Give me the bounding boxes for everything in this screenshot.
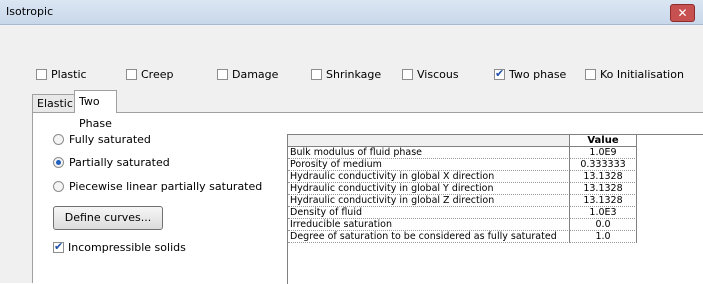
table-row[interactable]: Degree of saturation to be considered as… [288,231,703,243]
option-label: Piecewise linear partially saturated [69,180,263,193]
flag-label: Creep [141,68,174,81]
tab-two-phase[interactable]: Two Phase [74,90,117,130]
grid-header-blank [288,135,570,147]
property-name: Hydraulic conductivity in global Y direc… [288,183,570,195]
property-value[interactable]: 0.0 [570,219,637,231]
close-icon[interactable]: ✕ [670,4,695,22]
flag-label: Damage [232,68,279,81]
creep-checkbox[interactable] [126,69,137,80]
flag-label: Plastic [51,68,87,81]
property-name: Degree of saturation to be considered as… [288,231,570,243]
radio-piecewise-linear[interactable] [53,181,64,192]
material-flags: Plastic Creep Damage Shrinkage Viscous T… [0,67,703,88]
property-name: Hydraulic conductivity in global Z direc… [288,195,570,207]
flag-two-phase[interactable]: Two phase [494,67,567,81]
property-name: Bulk modulus of fluid phase [288,147,570,159]
property-name: Porosity of medium [288,159,570,171]
property-value[interactable]: 13.1328 [570,195,637,207]
radio-partially-saturated[interactable] [53,157,64,168]
property-value[interactable]: 1.0E9 [570,147,637,159]
flag-label: Two phase [509,68,567,81]
shrinkage-checkbox[interactable] [311,69,322,80]
option-partially-saturated[interactable]: Partially saturated [53,156,170,169]
flag-viscous[interactable]: Viscous [402,68,459,81]
grid-header-value: Value [570,135,637,147]
property-name: Hydraulic conductivity in global X direc… [288,171,570,183]
flag-damage[interactable]: Damage [217,68,278,81]
window-title: Isotropic [6,5,54,18]
property-value[interactable]: 13.1328 [570,171,637,183]
flag-shrinkage[interactable]: Shrinkage [311,68,381,81]
title-bar: Isotropic ✕ [0,0,703,25]
table-row[interactable]: Density of fluid 1.0E3 [288,207,703,219]
radio-fully-saturated[interactable] [53,134,64,145]
damage-checkbox[interactable] [217,69,228,80]
flag-creep[interactable]: Creep [126,68,173,81]
grid-header-row: Value [288,135,703,147]
properties-grid: Value Bulk modulus of fluid phase 1.0E9 … [287,134,703,284]
incompressible-solids-checkbox[interactable] [53,240,64,253]
option-label: Partially saturated [69,156,170,169]
property-value[interactable]: 1.0E3 [570,207,637,219]
table-row[interactable]: Irreducible saturation 0.0 [288,219,703,231]
option-piecewise-linear[interactable]: Piecewise linear partially saturated [53,180,262,193]
two-phase-checkbox[interactable] [494,67,505,80]
property-value[interactable]: 1.0 [570,231,637,243]
table-row[interactable]: Hydraulic conductivity in global Z direc… [288,195,703,207]
property-name: Irreducible saturation [288,219,570,231]
flag-label: Viscous [417,68,459,81]
isotropic-dialog: Isotropic ✕ Plastic Creep Damage Shrinka… [0,0,703,284]
table-row[interactable]: Porosity of medium 0.333333 [288,159,703,171]
viscous-checkbox[interactable] [402,69,413,80]
option-label: Incompressible solids [68,241,186,254]
two-phase-panel: Fully saturated Partially saturated Piec… [32,112,703,284]
ko-initialisation-checkbox[interactable] [585,69,596,80]
property-name: Density of fluid [288,207,570,219]
table-row[interactable]: Hydraulic conductivity in global Y direc… [288,183,703,195]
table-row[interactable]: Bulk modulus of fluid phase 1.0E9 [288,147,703,159]
flag-label: Shrinkage [326,68,382,81]
table-row[interactable]: Hydraulic conductivity in global X direc… [288,171,703,183]
flag-plastic[interactable]: Plastic [36,68,87,81]
flag-label: Ko Initialisation [600,68,684,81]
plastic-checkbox[interactable] [36,69,47,80]
tab-elastic[interactable]: Elastic [32,94,78,112]
property-value[interactable]: 0.333333 [570,159,637,171]
define-curves-button[interactable]: Define curves... [53,206,163,230]
incompressible-solids-option[interactable]: Incompressible solids [53,240,186,254]
property-value[interactable]: 13.1328 [570,183,637,195]
flag-ko-initialisation[interactable]: Ko Initialisation [585,68,684,81]
